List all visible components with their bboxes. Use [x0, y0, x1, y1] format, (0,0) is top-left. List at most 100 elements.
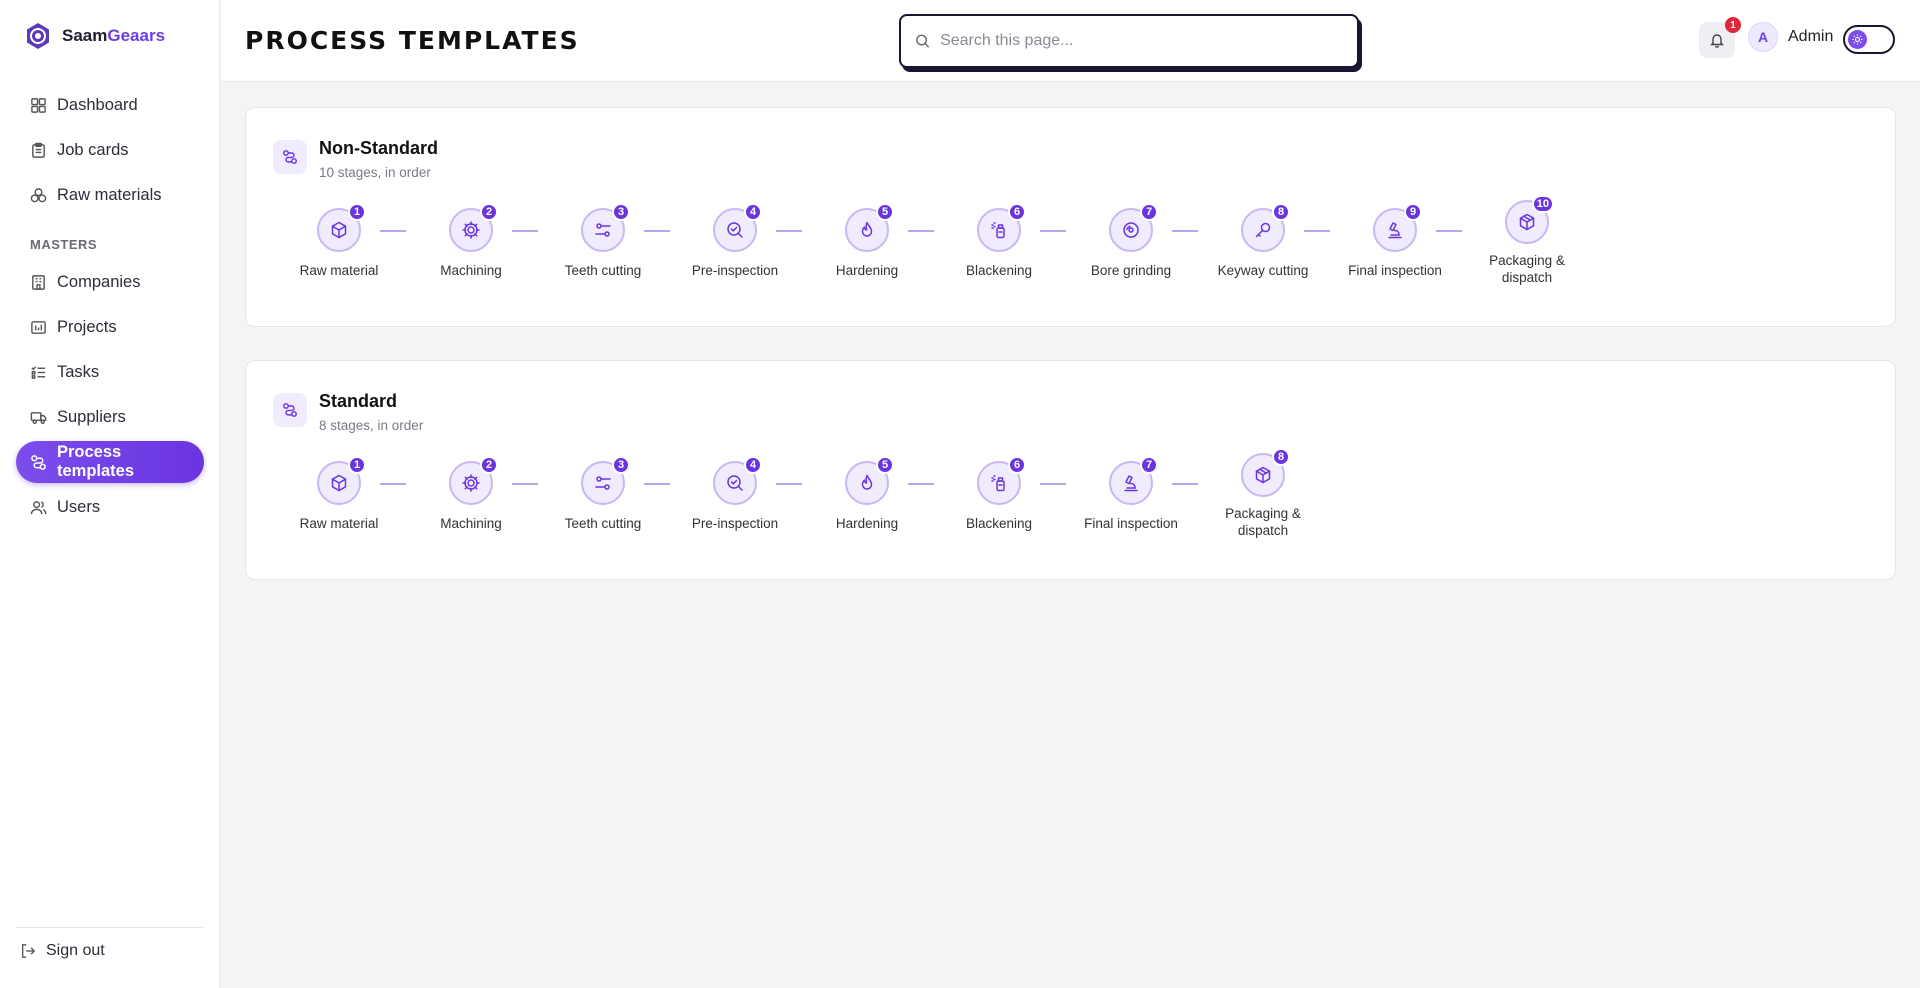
sidebar-item-label: Job cards [57, 140, 129, 159]
sidebar-item-dashboard[interactable]: Dashboard [16, 84, 204, 126]
stage-number-badge: 2 [480, 456, 498, 474]
sidebar-item-label: Process templates [57, 443, 135, 480]
dashboard-icon [31, 97, 46, 113]
stage-item[interactable]: 2 Machining [405, 203, 537, 279]
route-icon [273, 140, 307, 174]
cube-icon [331, 474, 347, 492]
stage-label: Hardening [835, 263, 899, 278]
flame-icon [861, 221, 873, 237]
card-header: Standard 8 stages, in order [273, 391, 424, 433]
stage-number-badge: 8 [1272, 448, 1290, 466]
building-icon [32, 274, 45, 290]
gear-logo-icon [24, 22, 52, 50]
stage-circle: 4 [713, 456, 762, 505]
stage-item[interactable]: 4 Pre-inspection [669, 456, 801, 532]
stage-item[interactable]: 10 Packaging & dispatch [1461, 195, 1593, 286]
stage-circle: 3 [581, 203, 630, 252]
stage-number-badge: 2 [480, 203, 498, 221]
template-title: Non-Standard [319, 138, 438, 158]
sidebar-item-tasks[interactable]: Tasks [16, 351, 204, 393]
key-icon [1255, 222, 1271, 238]
stage-item[interactable]: 7 Final inspection [1065, 456, 1197, 532]
stage-list: 1 Raw material 2 Machining 3 Teeth cutting 4 Pr… [273, 448, 1329, 539]
stage-number-badge: 1 [348, 203, 366, 221]
stage-item[interactable]: 2 Machining [405, 456, 537, 532]
brand[interactable]: SaamGeaars [24, 20, 165, 52]
sun-icon [1848, 30, 1867, 49]
stage-label: Teeth cutting [564, 516, 642, 531]
route-icon [31, 454, 46, 470]
cog-icon [462, 221, 480, 239]
user-name: Admin [1788, 28, 1834, 45]
top-header: PROCESS TEMPLATES 1 A Admin [221, 0, 1920, 82]
stage-label: Pre-inspection [691, 263, 779, 278]
stage-label: Hardening [835, 516, 899, 531]
stage-circle: 5 [845, 203, 894, 252]
sidebar-nav: Dashboard Job cards Raw materials MASTER… [16, 84, 204, 531]
sidebar-item-job-cards[interactable]: Job cards [16, 129, 204, 171]
stage-item[interactable]: 5 Hardening [801, 203, 933, 279]
sidebar-divider [16, 927, 203, 928]
stage-item[interactable]: 8 Keyway cutting [1197, 203, 1329, 279]
stage-item[interactable]: 1 Raw material [273, 203, 405, 279]
microscope-icon [1388, 222, 1402, 239]
user-menu[interactable]: A Admin [1748, 22, 1833, 52]
sidebar-item-raw-materials[interactable]: Raw materials [16, 174, 204, 216]
sidebar-item-users[interactable]: Users [16, 486, 204, 528]
avatar: A [1748, 22, 1778, 52]
sidebar-item-suppliers[interactable]: Suppliers [16, 396, 204, 438]
stage-number-badge: 9 [1404, 203, 1422, 221]
spray-icon [991, 475, 1005, 492]
sign-out-button[interactable]: Sign out [20, 942, 105, 960]
stage-item[interactable]: 5 Hardening [801, 456, 933, 532]
clipboard-icon [32, 142, 45, 158]
stage-circle: 6 [977, 203, 1026, 252]
stage-item[interactable]: 1 Raw material [273, 456, 405, 532]
chart-icon [31, 320, 46, 334]
stage-item[interactable]: 6 Blackening [933, 456, 1065, 532]
template-subtitle: 8 stages, in order [319, 418, 424, 433]
stage-label: Teeth cutting [564, 263, 642, 278]
bell-icon [1710, 34, 1724, 48]
sidebar-item-label: Projects [57, 317, 117, 336]
sidebar-item-projects[interactable]: Projects [16, 306, 204, 348]
notifications-button[interactable]: 1 [1699, 17, 1741, 58]
template-subtitle: 10 stages, in order [319, 165, 431, 180]
stage-circle: 4 [713, 203, 762, 252]
search-box[interactable] [899, 14, 1359, 68]
sign-out-icon [22, 944, 36, 958]
stage-item[interactable]: 8 Packaging & dispatch [1197, 448, 1329, 539]
sidebar-item-label: Companies [57, 272, 141, 291]
template-title: Standard [319, 391, 398, 411]
stage-circle: 6 [977, 456, 1026, 505]
sliders-icon [595, 476, 611, 490]
masters-section-label: MASTERS [30, 237, 98, 252]
stage-number-badge: 8 [1272, 203, 1290, 221]
stage-label: Final inspection [1084, 516, 1178, 531]
stage-circle: 1 [317, 456, 366, 505]
sidebar-item-companies[interactable]: Companies [16, 261, 204, 303]
stage-circle: 1 [317, 203, 366, 252]
stage-item[interactable]: 6 Blackening [933, 203, 1065, 279]
stage-item[interactable]: 7 Bore grinding [1065, 203, 1197, 279]
stage-item[interactable]: 4 Pre-inspection [669, 203, 801, 279]
sidebar-item-label: Suppliers [57, 407, 126, 426]
template-card-non-standard: Non-Standard 10 stages, in order 1 Raw ma… [245, 107, 1896, 327]
sidebar-item-label: Raw materials [57, 185, 162, 204]
cog-icon [462, 474, 480, 492]
stage-label: Machining [440, 516, 502, 531]
stage-item[interactable]: 3 Teeth cutting [537, 203, 669, 279]
theme-toggle[interactable] [1843, 25, 1895, 54]
stage-label: Blackening [965, 516, 1033, 531]
search-check-icon [727, 222, 743, 238]
package-icon [1519, 213, 1535, 231]
route-icon [273, 393, 307, 427]
stage-label: Raw material [299, 516, 379, 531]
sidebar-item-process-templates[interactable]: Process templates [16, 441, 204, 483]
stage-item[interactable]: 3 Teeth cutting [537, 456, 669, 532]
search-input[interactable] [940, 32, 1343, 50]
stage-item[interactable]: 9 Final inspection [1329, 203, 1461, 279]
stage-label: Raw material [299, 263, 379, 278]
stage-circle: 3 [581, 456, 630, 505]
stage-label: Packaging & dispatch [1225, 506, 1301, 538]
